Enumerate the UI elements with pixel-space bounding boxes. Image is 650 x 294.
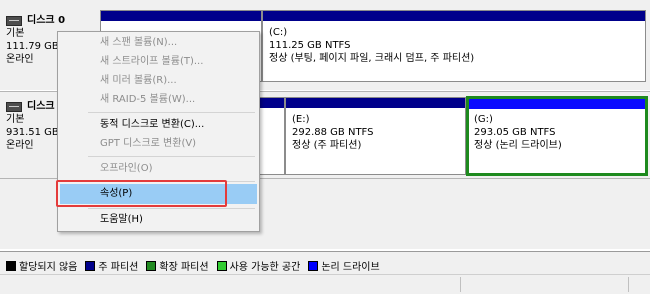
legend: 할당되지 않음 주 파티션 확장 파티션 사용 가능한 공간 논리 드라이브 [6,258,384,273]
disk-0-name: 디스크 0 [27,15,66,26]
partition-g-status: 정상 (논리 드라이브) [474,140,562,151]
legend-logical-drive: 논리 드라이브 [308,258,380,273]
menu-item-convert-dynamic[interactable]: 동적 디스크로 변환(C)... [100,118,204,132]
legend-label: 확장 파티션 [159,262,209,273]
partition-type-bar [286,98,465,108]
legend-extended-partition: 확장 파티션 [146,258,209,273]
disk-1-partition-g[interactable]: (G:) 293.05 GB NTFS 정상 (논리 드라이브) [466,96,648,176]
legend-swatch [146,260,157,271]
menu-item-offline[interactable]: 오프라인(O) [100,162,152,176]
legend-free-space: 사용 가능한 공간 [216,258,301,273]
annotation-highlight-box [56,180,227,207]
legend-label: 사용 가능한 공간 [229,262,301,273]
legend-label: 할당되지 않음 [19,262,78,273]
menu-separator [88,208,255,209]
disk-icon [6,15,22,26]
legend-primary-partition: 주 파티션 [85,258,138,273]
disk-0-partition-c[interactable]: (C:) 111.25 GB NTFS 정상 (부팅, 페이지 파일, 크래시 … [262,10,646,82]
partition-c-label: (C:) [269,27,288,38]
partition-type-bar [101,11,261,21]
legend-unallocated: 할당되지 않음 [6,258,77,273]
legend-label: 주 파티션 [98,262,139,273]
legend-swatch [6,260,16,271]
menu-item-new-spanned-volume[interactable]: 새 스팬 볼륨(N)... [100,36,177,50]
legend-swatch [216,260,227,271]
status-bar-divider [460,277,461,292]
disk-0-title: 디스크 0 [6,14,65,27]
menu-item-convert-gpt[interactable]: GPT 디스크로 변환(V) [100,137,196,151]
menu-separator [88,112,255,113]
legend-swatch [85,260,96,271]
menu-item-new-mirrored-volume[interactable]: 새 미러 볼륨(R)... [100,74,177,88]
disk-icon [6,101,22,112]
partition-type-bar [263,11,645,21]
partition-c-status: 정상 (부팅, 페이지 파일, 크래시 덤프, 주 파티션) [269,53,475,64]
menu-separator [88,156,255,157]
partition-type-bar [469,99,645,109]
legend-label: 논리 드라이브 [321,262,380,273]
menu-item-new-striped-volume[interactable]: 새 스트라이프 볼륨(T)... [100,55,203,69]
partition-e-label: (E:) [292,114,310,125]
partition-c-size: 111.25 GB NTFS [269,40,351,51]
status-bar-divider [628,277,629,292]
partition-e-status: 정상 (주 파티션) [292,140,362,151]
menu-item-help[interactable]: 도움말(H) [100,213,143,227]
menu-item-new-raid5-volume[interactable]: 새 RAID-5 볼륨(W)... [100,93,195,107]
partition-e-size: 292.88 GB NTFS [292,127,374,138]
disk-1-partition-e[interactable]: (E:) 292.88 GB NTFS 정상 (주 파티션) [285,97,466,175]
partition-g-size: 293.05 GB NTFS [474,127,556,138]
partition-g-label: (G:) [474,114,493,125]
status-bar [0,275,650,294]
legend-swatch [308,260,319,271]
